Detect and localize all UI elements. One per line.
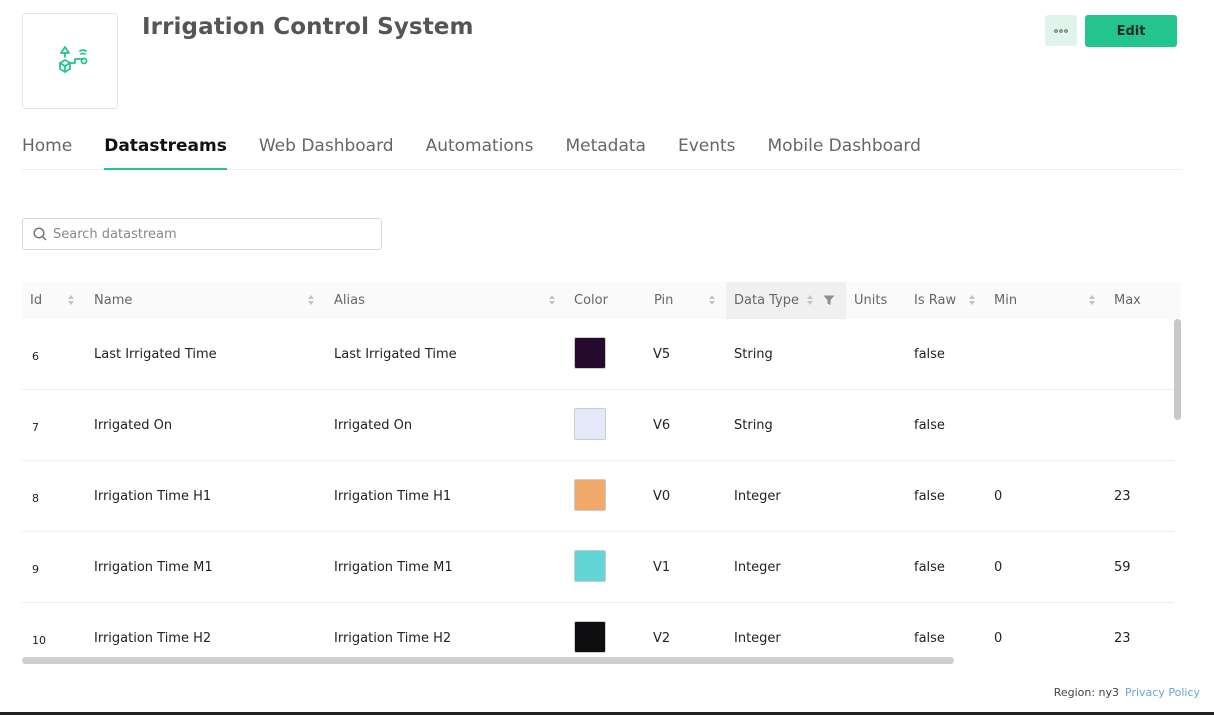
cell-name[interactable]: Irrigation Time M1 [94, 532, 213, 603]
table-row[interactable]: 7 Irrigated On Irrigated On V6 String fa… [22, 390, 1174, 461]
color-swatch [574, 550, 606, 582]
column-header-alias[interactable]: Alias [334, 282, 554, 319]
column-header-name[interactable]: Name [94, 282, 314, 319]
cell-is-raw: false [914, 489, 945, 504]
cell-max: 59 [1114, 560, 1131, 575]
sort-icon[interactable] [67, 294, 75, 306]
more-options-button[interactable] [1045, 15, 1077, 46]
privacy-policy-link[interactable]: Privacy Policy [1125, 686, 1200, 699]
cell-pin: V1 [653, 560, 671, 575]
sort-icon[interactable] [806, 294, 814, 306]
cell-id: 6 [32, 350, 39, 363]
tab-bar: Home Datastreams Web Dashboard Automatio… [22, 128, 1181, 170]
cell-alias: Irrigation Time H1 [334, 489, 452, 504]
cell-pin: V0 [653, 489, 671, 504]
table-header: Id Name Alias Color Pin Data Type Units … [22, 282, 1181, 319]
tab-home[interactable]: Home [22, 128, 72, 170]
cell-alias: Irrigated On [334, 418, 413, 433]
edit-button[interactable]: Edit [1085, 15, 1177, 47]
cell-alias: Last Irrigated Time [334, 347, 457, 362]
column-header-color: Color [574, 293, 608, 308]
column-header-max[interactable]: Max [1114, 282, 1174, 319]
cell-data-type: Integer [734, 489, 781, 504]
color-swatch [574, 408, 606, 440]
table-row[interactable]: 8 Irrigation Time H1 Irrigation Time H1 … [22, 461, 1174, 532]
color-swatch [574, 479, 606, 511]
cell-name[interactable]: Irrigated On [94, 390, 172, 461]
cell-name[interactable]: Last Irrigated Time [94, 319, 217, 390]
table-row[interactable]: 6 Last Irrigated Time Last Irrigated Tim… [22, 319, 1174, 390]
search-input[interactable] [53, 226, 363, 242]
tab-datastreams[interactable]: Datastreams [104, 128, 227, 170]
sort-icon[interactable] [968, 294, 976, 306]
search-icon [33, 227, 47, 241]
page-title: Irrigation Control System [142, 14, 474, 40]
tab-events[interactable]: Events [678, 128, 736, 170]
tab-metadata[interactable]: Metadata [565, 128, 646, 170]
cell-max: 23 [1114, 631, 1131, 646]
cell-pin: V5 [653, 347, 671, 362]
column-header-units: Units [854, 293, 888, 308]
product-logo [22, 13, 118, 109]
ellipsis-icon [1054, 28, 1068, 33]
tab-automations[interactable]: Automations [426, 128, 534, 170]
cell-pin: V6 [653, 418, 671, 433]
tab-web-dashboard[interactable]: Web Dashboard [259, 128, 394, 170]
region-label: Region: ny3 [1053, 686, 1120, 699]
color-swatch [574, 337, 606, 369]
cell-data-type: Integer [734, 560, 781, 575]
datastreams-table: Id Name Alias Color Pin Data Type Units … [22, 282, 1181, 666]
color-swatch [574, 621, 606, 653]
search-box [22, 218, 382, 250]
cell-max: 23 [1114, 489, 1131, 504]
horizontal-scrollbar[interactable] [22, 657, 954, 664]
filter-icon[interactable] [823, 295, 835, 306]
cell-alias: Irrigation Time M1 [334, 560, 453, 575]
vertical-scrollbar[interactable] [1174, 319, 1181, 420]
footer: Region: ny3 Privacy Policy [1054, 686, 1200, 699]
cell-name[interactable]: Irrigation Time H1 [94, 461, 211, 532]
cell-min: 0 [994, 560, 1003, 575]
sort-icon[interactable] [1088, 294, 1096, 306]
cell-data-type: String [734, 347, 773, 362]
column-header-id[interactable]: Id [30, 282, 90, 319]
cell-is-raw: false [914, 347, 945, 362]
cell-is-raw: false [914, 418, 945, 433]
table-row[interactable]: 9 Irrigation Time M1 Irrigation Time M1 … [22, 532, 1174, 603]
tab-mobile-dashboard[interactable]: Mobile Dashboard [768, 128, 921, 170]
cell-is-raw: false [914, 560, 945, 575]
cell-min: 0 [994, 631, 1003, 646]
cell-id: 7 [32, 421, 39, 434]
cell-data-type: String [734, 418, 773, 433]
irrigation-device-icon [59, 46, 88, 73]
cell-id: 9 [32, 563, 39, 576]
sort-icon[interactable] [548, 294, 556, 306]
cell-min: 0 [994, 489, 1003, 504]
cell-id: 8 [32, 492, 39, 505]
sort-icon[interactable] [708, 294, 716, 306]
sort-icon[interactable] [307, 294, 315, 306]
